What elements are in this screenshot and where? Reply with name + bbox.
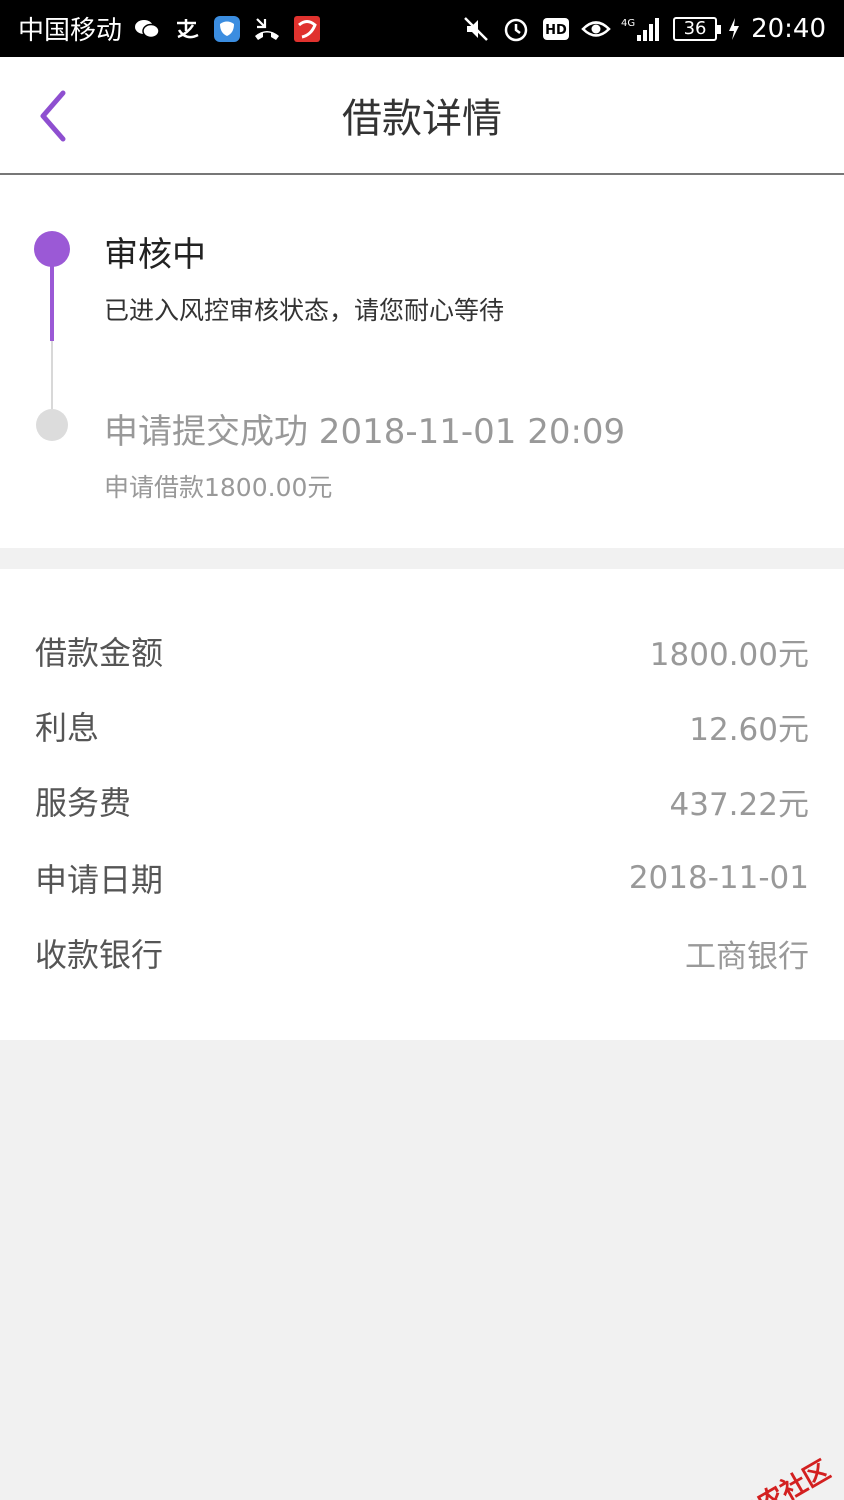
chat-app-icon: [212, 14, 242, 44]
timeline-line-inactive: [51, 341, 53, 409]
timeline-dot-active: [34, 231, 70, 267]
eye-icon: [581, 14, 611, 44]
svg-text:HD: HD: [545, 23, 567, 38]
detail-label: 服务费: [35, 784, 132, 822]
timeline-line-active: [50, 265, 54, 341]
alarm-icon: [501, 14, 531, 44]
wechat-icon: [132, 14, 162, 44]
charging-icon: [727, 14, 741, 44]
detail-row-receiving-bank: 收款银行 工商银行: [35, 928, 809, 978]
network-type-label: 4G: [621, 18, 635, 29]
detail-label: 借款金额: [35, 634, 164, 672]
detail-value: 2018-11-01: [628, 860, 809, 896]
watermark-text: 卡农社区: [730, 1455, 836, 1500]
hd-icon: HD: [541, 14, 571, 44]
timeline-step-title: 审核中: [104, 235, 206, 275]
timeline-step-description: 申请借款1800.00元: [104, 473, 333, 502]
page-title: 借款详情: [342, 96, 502, 142]
page-header: 借款详情: [0, 57, 844, 175]
status-timeline: 审核中 已进入风控审核状态，请您耐心等待 申请提交成功 2018-11-01 2…: [0, 175, 844, 548]
detail-row-service-fee: 服务费 437.22元: [35, 776, 809, 826]
missed-call-icon: [252, 14, 282, 44]
app-notification-icon: [292, 14, 322, 44]
detail-value: 12.60元: [689, 711, 809, 748]
watermark: 卡农社区: [701, 1450, 836, 1500]
detail-value: 工商银行: [685, 938, 809, 975]
detail-row-interest: 利息 12.60元: [35, 701, 809, 751]
detail-value: 437.22元: [669, 786, 809, 823]
battery-level: 36: [683, 18, 707, 39]
detail-value: 1800.00元: [649, 636, 809, 673]
carrier-name: 中国移动: [18, 16, 123, 46]
status-bar-right: HD 4G 36 20:40: [461, 14, 826, 44]
timeline-dot-inactive: [36, 409, 68, 441]
detail-row-application-date: 申请日期 2018-11-01: [35, 853, 809, 903]
detail-row-loan-amount: 借款金额 1800.00元: [35, 626, 809, 676]
loan-details: 借款金额 1800.00元 利息 12.60元 服务费 437.22元 申请日期…: [0, 569, 844, 1040]
detail-label: 申请日期: [35, 861, 164, 899]
mute-icon: [461, 14, 491, 44]
detail-label: 利息: [35, 709, 100, 747]
timeline-step-description: 已进入风控审核状态，请您耐心等待: [104, 296, 505, 325]
back-button[interactable]: [22, 81, 82, 151]
detail-label: 收款银行: [35, 936, 164, 974]
timeline-step-title: 申请提交成功 2018-11-01 20:09: [104, 412, 626, 452]
alipay-icon: [172, 14, 202, 44]
battery-icon: 36: [673, 16, 722, 41]
signal-icon: 4G: [621, 14, 663, 44]
status-bar: 中国移动 HD 4G 36 20:40: [0, 0, 844, 57]
status-bar-left: 中国移动: [18, 10, 322, 47]
chevron-left-icon: [40, 90, 66, 142]
clock: 20:40: [751, 13, 826, 44]
